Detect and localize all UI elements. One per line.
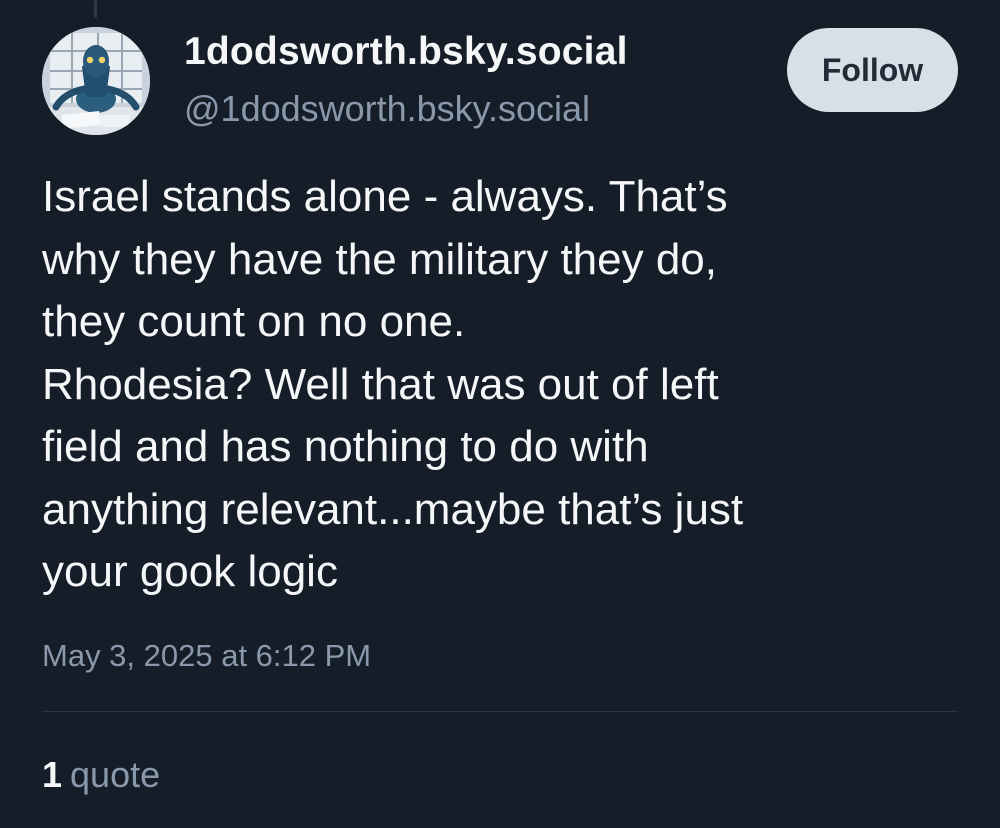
- follow-button[interactable]: Follow: [787, 28, 958, 112]
- post-text-line: your gook logic: [42, 547, 338, 596]
- alien-figure-avatar-icon: [42, 27, 150, 135]
- post-text-line: they count on no one.: [42, 297, 466, 346]
- divider: [42, 711, 958, 712]
- post-text-line: why they have the military they do,: [42, 234, 717, 284]
- avatar[interactable]: [42, 27, 150, 135]
- author-handle[interactable]: @1dodsworth.bsky.social: [184, 88, 590, 130]
- post-text-line: anything relevant...maybe that’s just: [42, 484, 744, 534]
- thread-connector-line: [94, 0, 97, 18]
- post-text-line: Israel stands alone - always. That’s: [42, 172, 728, 221]
- post-text: Israel stands alone - always. That’s why…: [42, 166, 972, 604]
- quote-label: quote: [70, 754, 161, 795]
- post-text-line: Rhodesia? Well that was out of left: [42, 359, 719, 409]
- post-timestamp[interactable]: May 3, 2025 at 6:12 PM: [42, 638, 371, 674]
- post-text-line: field and has nothing to do with: [42, 422, 649, 471]
- quote-count-link[interactable]: 1 quote: [42, 754, 160, 796]
- quote-count: 1: [42, 754, 63, 795]
- author-display-name[interactable]: 1dodsworth.bsky.social: [184, 30, 628, 74]
